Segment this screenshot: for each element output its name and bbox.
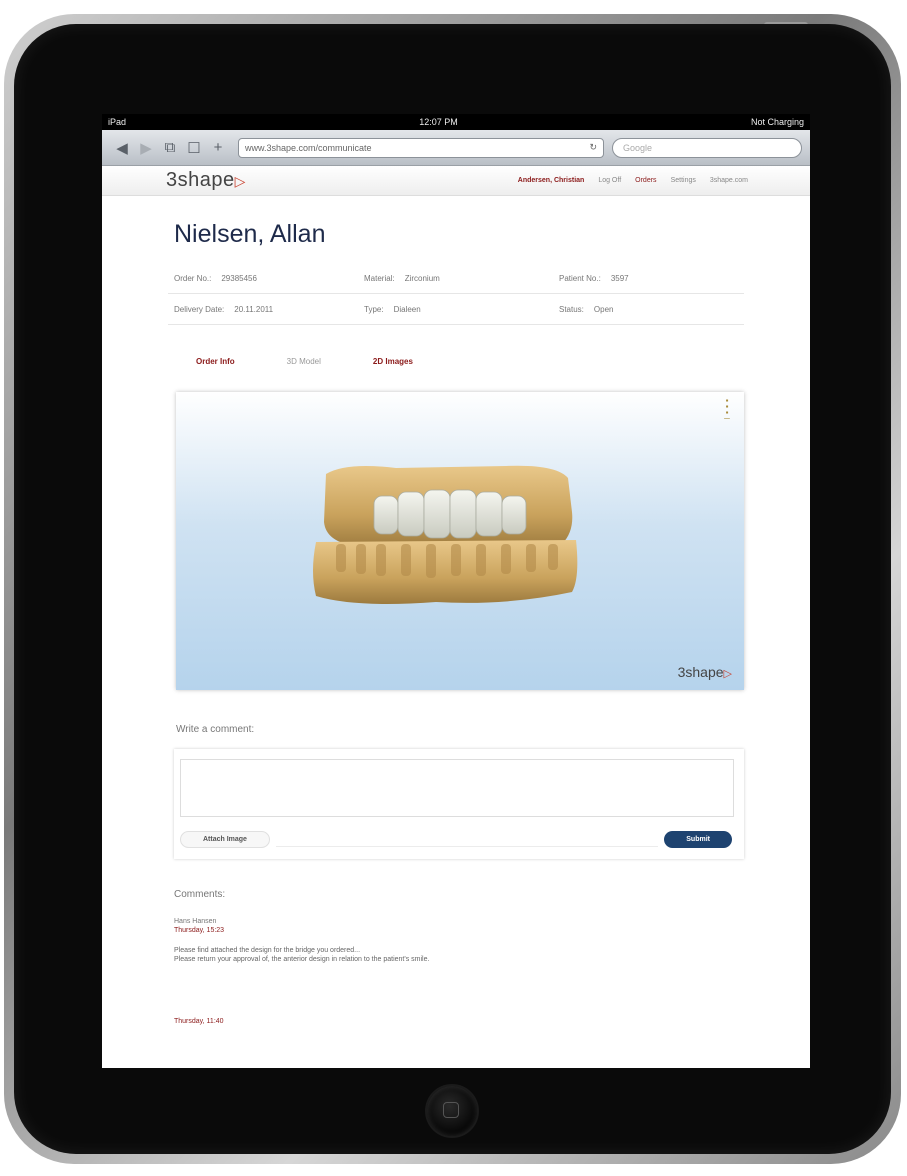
- comment-text: Please find attached the design for the …: [174, 946, 744, 964]
- site-link[interactable]: 3shape.com: [710, 177, 748, 184]
- patient-no-label: Patient No.:: [559, 273, 601, 283]
- search-placeholder: Google: [623, 142, 653, 153]
- logo-triangle-icon: ▷: [234, 173, 246, 189]
- url-bar[interactable]: www.3shape.com/communicate ↻: [238, 137, 604, 158]
- back-icon[interactable]: ◀: [110, 139, 134, 157]
- home-square-icon: [443, 1102, 459, 1118]
- comment-timestamp-2: Thursday, 11:40: [174, 1018, 224, 1025]
- orders-link[interactable]: Orders: [635, 177, 656, 184]
- attachment-field[interactable]: [275, 832, 659, 847]
- site-logo[interactable]: 3shape▷: [166, 169, 246, 192]
- info-row-2: Delivery Date: 20.11.2011 Type: Dialeen St…: [168, 294, 744, 325]
- viewer-logo-text: 3shape: [677, 664, 724, 680]
- reload-icon[interactable]: ↻: [589, 142, 597, 153]
- order-no-label: Order No.:: [174, 273, 212, 283]
- status-label: Status:: [559, 304, 584, 314]
- logo-text: 3shape: [166, 169, 235, 191]
- tab-3d-model[interactable]: 3D Model: [287, 357, 321, 366]
- ipad-screen: iPad 12:07 PM Not Charging ◀ ▶ ⧉ ☐ + www…: [102, 114, 810, 1068]
- order-tabs: Order Info 3D Model 2D Images: [196, 357, 744, 366]
- submit-button[interactable]: Submit: [664, 830, 732, 848]
- logoff-link[interactable]: Log Off: [598, 177, 621, 184]
- viewer-logo: 3shape▷: [678, 664, 732, 680]
- add-bookmark-icon[interactable]: +: [206, 139, 230, 156]
- material-value: Zirconium: [404, 273, 440, 283]
- type-label: Type:: [364, 304, 384, 314]
- forward-icon[interactable]: ▶: [134, 139, 158, 157]
- device-name: iPad: [108, 117, 127, 127]
- tabs-icon[interactable]: ⧉: [158, 139, 182, 156]
- url-text: www.3shape.com/communicate: [245, 142, 372, 153]
- main-content: Nielsen, Allan Order No.: 29385456 Materi…: [102, 220, 810, 1025]
- comment-text-line-2: Please return your approval of, the ante…: [174, 956, 430, 963]
- comment-actions: Attach Image Submit: [180, 829, 732, 849]
- 3d-model-viewer[interactable]: ▪ ▪ ▪ ─ 3shape▷: [176, 392, 744, 690]
- clock: 12:07 PM: [419, 117, 458, 127]
- comment-timestamp: Thursday, 15:23: [174, 927, 225, 934]
- tab-order-info[interactable]: Order Info: [196, 357, 235, 366]
- comments-heading: Comments:: [174, 889, 226, 900]
- site-header: 3shape▷ Andersen, Christian Log Off Orde…: [102, 166, 810, 196]
- delivery-date-value: 20.11.2011: [234, 304, 274, 314]
- type-value: Dialeen: [393, 304, 421, 314]
- dental-model-image: [313, 465, 578, 604]
- delivery-date-label: Delivery Date:: [174, 304, 225, 314]
- comment-form: Attach Image Submit: [174, 749, 744, 859]
- tab-2d-images[interactable]: 2D Images: [373, 357, 413, 366]
- attach-image-button[interactable]: Attach Image: [180, 830, 270, 848]
- settings-link[interactable]: Settings: [671, 177, 696, 184]
- write-comment-label: Write a comment:: [176, 724, 255, 735]
- comment-textarea[interactable]: [180, 759, 734, 817]
- status-value: Open: [593, 304, 614, 314]
- search-field[interactable]: Google: [612, 137, 802, 158]
- comment-text-line-1: Please find attached the design for the …: [174, 947, 361, 954]
- bookmarks-icon[interactable]: ☐: [182, 139, 206, 157]
- home-button[interactable]: [427, 1086, 477, 1136]
- top-nav: Andersen, Christian Log Off Orders Setti…: [518, 177, 748, 184]
- status-bar: iPad 12:07 PM Not Charging: [102, 114, 810, 130]
- patient-name: Nielsen, Allan: [174, 220, 326, 248]
- safari-toolbar: ◀ ▶ ⧉ ☐ + www.3shape.com/communicate ↻ G…: [102, 130, 810, 166]
- order-no-value: 29385456: [221, 273, 257, 283]
- patient-no-value: 3597: [610, 273, 629, 283]
- info-row-1: Order No.: 29385456 Material: Zirconium Pa…: [168, 263, 744, 294]
- comment-author: Hans Hansen: [174, 918, 217, 925]
- user-name: Andersen, Christian: [517, 177, 585, 184]
- battery-status: Not Charging: [750, 117, 804, 127]
- viewer-logo-triangle-icon: ▷: [723, 668, 732, 680]
- material-label: Material:: [364, 273, 395, 283]
